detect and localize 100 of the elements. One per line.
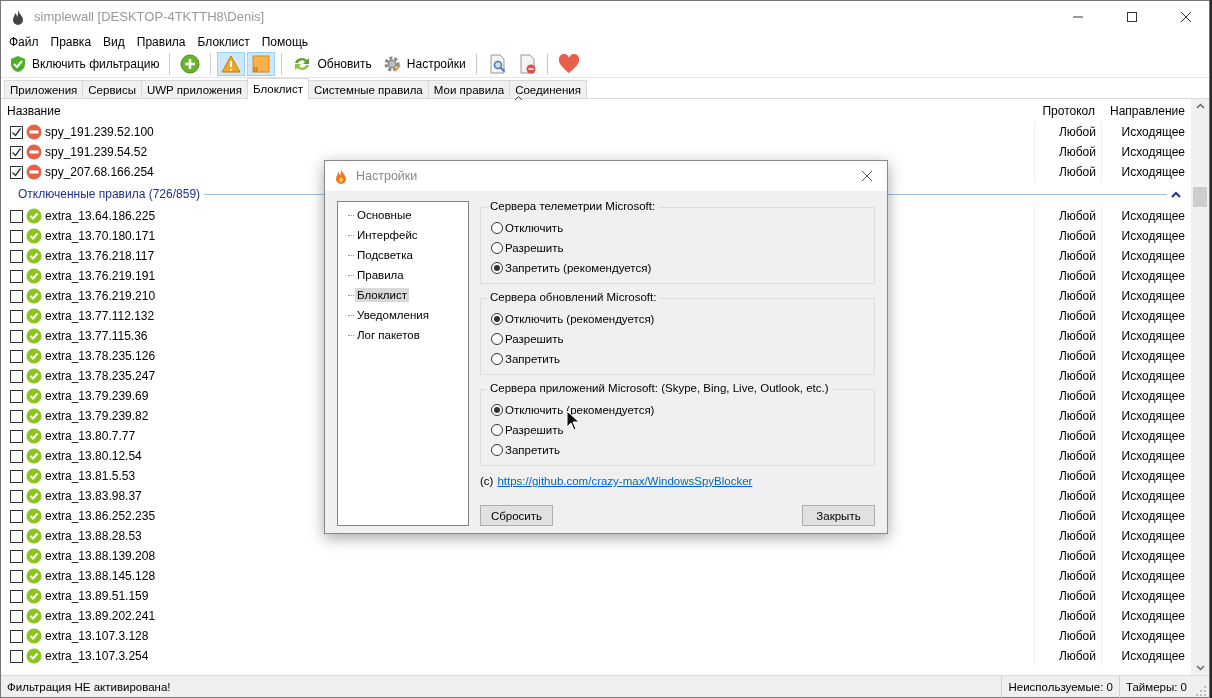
radio-button[interactable]: Запретить — [491, 349, 866, 368]
blocked-icon — [26, 164, 42, 180]
checkbox[interactable] — [10, 649, 23, 663]
check-circle-icon — [26, 368, 42, 384]
link[interactable]: https://github.com/crazy-max/WindowsSpyBlocker — [497, 475, 753, 487]
dialog-button[interactable]: Закрыть — [802, 505, 875, 526]
menu-item[interactable]: Помощь — [255, 34, 314, 49]
check-circle-icon — [26, 448, 42, 464]
scrollbar[interactable] — [1191, 99, 1209, 675]
checkbox[interactable] — [10, 165, 23, 179]
checkbox[interactable] — [10, 125, 23, 139]
column-header[interactable]: Название — [1, 103, 1034, 118]
table-cell: Любой — [1034, 586, 1101, 606]
table-cell: Любой — [1034, 626, 1101, 646]
warning-icon — [221, 54, 242, 74]
checkbox[interactable] — [10, 249, 23, 263]
radio-button[interactable]: Запретить — [491, 440, 866, 459]
shield-check-icon — [9, 55, 27, 73]
toolbar-icon-button[interactable] — [217, 52, 246, 76]
dialog-button[interactable]: Сбросить — [480, 505, 553, 526]
tree-item[interactable]: Лог пакетов — [355, 328, 422, 342]
column-header[interactable]: Направление — [1101, 103, 1191, 118]
rule-name: extra_13.107.3.254 — [45, 649, 149, 663]
toolbar-button[interactable]: Включить фильтрацию — [5, 52, 164, 76]
radio-button[interactable]: Запретить (рекомендуется) — [491, 258, 866, 277]
tree-item[interactable]: Правила — [355, 268, 406, 282]
rule-name: extra_13.76.219.210 — [45, 289, 156, 303]
checkbox[interactable] — [10, 629, 23, 643]
tab[interactable]: Блоклист — [247, 78, 309, 99]
flame-icon — [333, 168, 349, 184]
toolbar-button[interactable]: Настройки — [377, 52, 470, 76]
tree-item[interactable]: Блоклист — [355, 288, 409, 302]
tree-item[interactable]: Интерфейс — [355, 228, 420, 242]
toolbar-button[interactable]: Обновить — [288, 52, 376, 76]
tab[interactable]: Соединения — [509, 80, 587, 98]
checkbox[interactable] — [10, 349, 23, 363]
tree-item[interactable]: Основные — [355, 208, 414, 222]
checkbox[interactable] — [10, 489, 23, 503]
checkbox[interactable] — [10, 229, 23, 243]
sort-caret-icon — [514, 95, 523, 101]
menu-item[interactable]: Вид — [97, 34, 131, 49]
scroll-up-icon[interactable] — [1195, 103, 1205, 109]
checkbox[interactable] — [10, 329, 23, 343]
rule-name: extra_13.76.219.191 — [45, 269, 156, 283]
radio-button[interactable]: Разрешить — [491, 329, 866, 348]
checkbox[interactable] — [10, 369, 23, 383]
checkbox[interactable] — [10, 589, 23, 603]
table-cell: Любой — [1034, 162, 1101, 182]
tree-item[interactable]: Подсветка — [355, 248, 415, 262]
checkbox[interactable] — [10, 389, 23, 403]
table-cell: Любой — [1034, 226, 1101, 246]
scroll-down-icon[interactable] — [1195, 665, 1205, 671]
radio-button[interactable]: Разрешить — [491, 238, 866, 257]
resize-grip-icon[interactable] — [1193, 683, 1207, 697]
check-circle-icon — [26, 268, 42, 284]
checkbox[interactable] — [10, 449, 23, 463]
table-cell: Любой — [1034, 546, 1101, 566]
checkbox[interactable] — [10, 549, 23, 563]
tree-item[interactable]: Уведомления — [355, 308, 431, 322]
table-cell: Любой — [1034, 306, 1101, 326]
checkbox[interactable] — [10, 309, 23, 323]
check-circle-icon — [26, 228, 42, 244]
menu-item[interactable]: Правка — [44, 34, 98, 49]
check-circle-icon — [26, 408, 42, 424]
group-label: Отключенные правила (726/859) — [18, 187, 201, 201]
checkbox[interactable] — [10, 409, 23, 423]
checkbox[interactable] — [10, 509, 23, 523]
copyright-text: (c) — [480, 475, 494, 487]
menu-item[interactable]: Файл — [3, 34, 45, 49]
collapse-icon[interactable] — [1171, 190, 1181, 198]
checkbox[interactable] — [10, 289, 23, 303]
checkbox[interactable] — [10, 469, 23, 483]
menu-item[interactable]: Блоклист — [191, 34, 256, 49]
rule-name: extra_13.83.98.37 — [45, 489, 142, 503]
check-circle-icon — [26, 428, 42, 444]
radio-button[interactable]: Отключить — [491, 218, 866, 237]
radio-button[interactable]: Отключить (рекомендуется) — [491, 309, 866, 328]
checkbox[interactable] — [10, 529, 23, 543]
scroll-thumb[interactable] — [1193, 187, 1207, 207]
tab[interactable]: Мои правила — [427, 80, 511, 98]
check-circle-icon — [26, 568, 42, 584]
rule-name: extra_13.88.28.53 — [45, 529, 142, 543]
note-icon — [251, 54, 272, 74]
checkbox[interactable] — [10, 269, 23, 283]
table-cell: Любой — [1034, 246, 1101, 266]
checkbox[interactable] — [10, 609, 23, 623]
tab[interactable]: Приложения — [4, 80, 84, 98]
checkbox[interactable] — [10, 209, 23, 223]
toolbar-icon-button[interactable] — [247, 52, 276, 76]
menu-item[interactable]: Правила — [130, 34, 192, 49]
status-text: Таймеры: 0 — [1118, 675, 1193, 698]
column-header[interactable]: Протокол — [1034, 103, 1101, 118]
tab[interactable]: Сервисы — [82, 80, 142, 98]
dialog-title: Настройки — [356, 169, 419, 183]
checkbox[interactable] — [10, 429, 23, 443]
tab[interactable]: Системные правила — [308, 80, 429, 98]
checkbox[interactable] — [10, 569, 23, 583]
tab[interactable]: UWP приложения — [140, 80, 248, 98]
checkbox[interactable] — [10, 145, 23, 159]
table-cell: Любой — [1034, 142, 1101, 162]
